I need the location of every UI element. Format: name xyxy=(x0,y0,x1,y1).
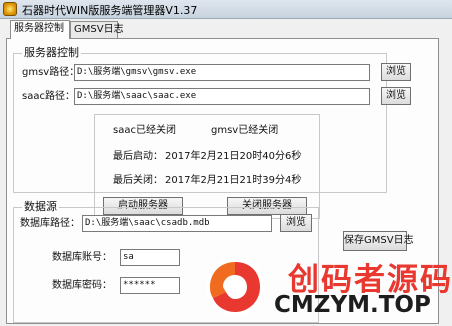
browse-db-button[interactable]: 浏览 xyxy=(280,214,312,232)
db-account-input[interactable]: sa xyxy=(120,249,180,266)
last-start-label: 最后启动： xyxy=(113,151,163,162)
browse-gmsv-button[interactable]: 浏览 xyxy=(381,63,411,81)
db-path-label: 数据库路径： xyxy=(20,218,80,229)
db-path-input[interactable]: D:\服务端\saac\csadb.mdb xyxy=(82,215,272,232)
last-stop-value: 2017年2月21日21时39分4秒 xyxy=(165,175,302,186)
server-control-group: 服务器控制 gmsv路径： D:\服务端\gmsv\gmsv.exe saac路… xyxy=(13,46,387,219)
saac-path-input[interactable]: D:\服务端\saac\saac.exe xyxy=(74,88,370,105)
gmsv-status-text: gmsv已经关闭 xyxy=(211,125,279,136)
saac-status-text: saac已经关闭 xyxy=(113,125,176,136)
title-bar: 石器时代WIN版服务端管理器V1.37 xyxy=(0,0,452,19)
db-password-input[interactable]: ****** xyxy=(120,277,180,294)
app-window: 石器时代WIN版服务端管理器V1.37 服务器控制 GMSV日志 服务器控制 g… xyxy=(0,0,452,326)
tab-server-control[interactable]: 服务器控制 xyxy=(10,20,70,39)
last-start-value: 2017年2月21日20时40分6秒 xyxy=(165,151,302,162)
gmsv-path-input[interactable]: D:\服务端\gmsv\gmsv.exe xyxy=(74,64,370,81)
browse-saac-button[interactable]: 浏览 xyxy=(381,87,411,105)
gmsv-path-label: gmsv路径： xyxy=(22,67,80,78)
saac-path-label: saac路径： xyxy=(22,91,75,102)
db-account-label: 数据库账号： xyxy=(52,252,112,263)
status-box: saac已经关闭 gmsv已经关闭 最后启动： 2017年2月21日20时40分… xyxy=(94,114,320,219)
last-stop-label: 最后关闭： xyxy=(113,175,163,186)
watermark-logo-icon xyxy=(206,258,264,316)
app-icon xyxy=(3,2,17,16)
tab-gmsv-log[interactable]: GMSV日志 xyxy=(70,21,124,38)
watermark: 创码者源码 CMZYM.TOP xyxy=(200,244,452,326)
window-title: 石器时代WIN版服务端管理器V1.37 xyxy=(22,4,198,17)
server-control-title: 服务器控制 xyxy=(22,46,81,60)
db-password-label: 数据库密码： xyxy=(52,280,112,291)
datasource-title: 数据源 xyxy=(22,200,59,214)
watermark-english-text: CMZYM.TOP xyxy=(274,292,431,318)
